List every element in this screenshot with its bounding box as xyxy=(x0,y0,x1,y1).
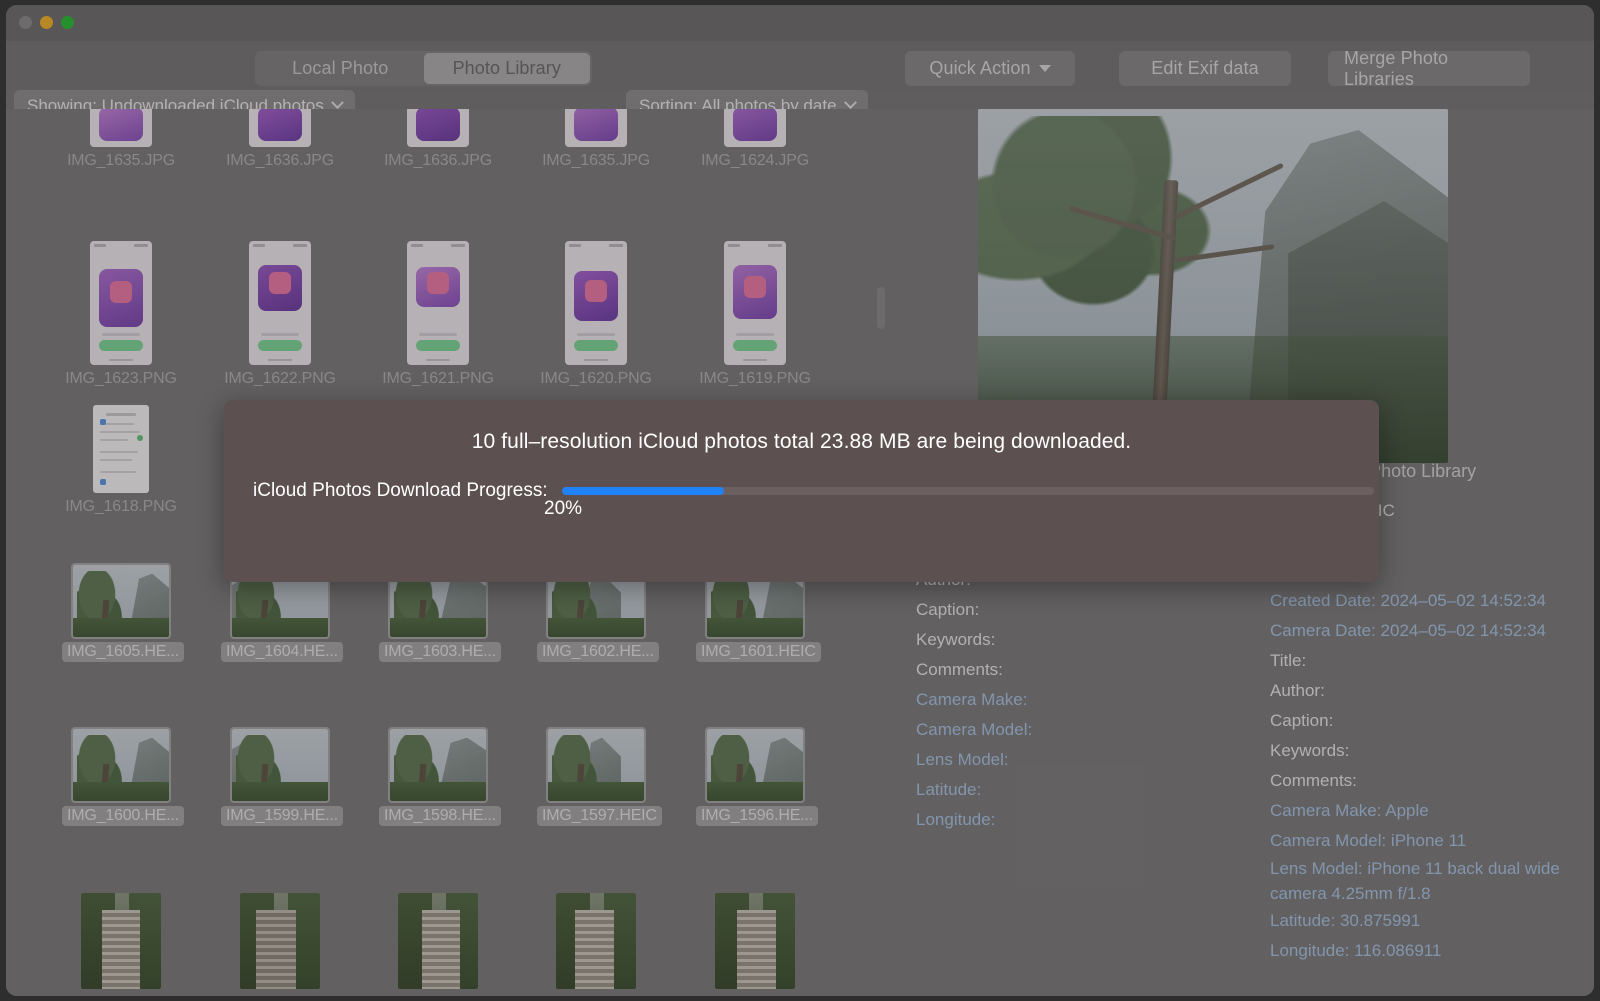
progress-row: iCloud Photos Download Progress: xyxy=(253,480,1374,502)
progress-label: iCloud Photos Download Progress: xyxy=(253,480,548,501)
download-progress-fill xyxy=(561,487,725,495)
application-window: Local Photo Photo Library Quick Action E… xyxy=(6,5,1594,996)
download-progress-dialog: 10 full–resolution iCloud photos total 2… xyxy=(224,400,1379,582)
progress-percent-text: 20% xyxy=(544,498,583,519)
modal-overlay: 10 full–resolution iCloud photos total 2… xyxy=(6,5,1594,996)
download-progress-bar xyxy=(561,487,1374,495)
download-message: 10 full–resolution iCloud photos total 2… xyxy=(471,430,1132,453)
